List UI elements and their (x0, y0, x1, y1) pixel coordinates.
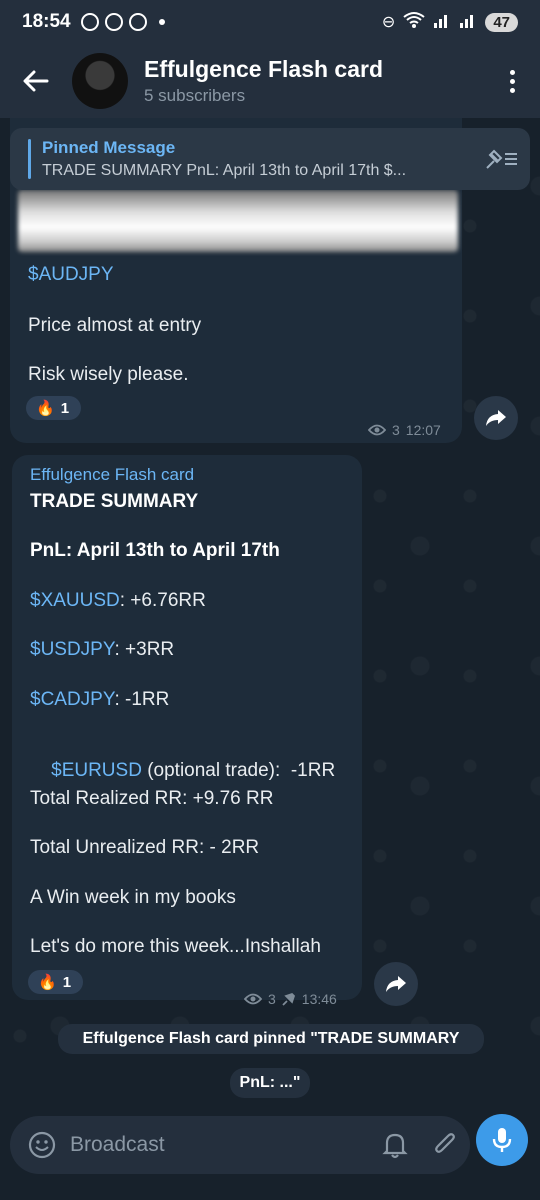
pinned-title: Pinned Message (42, 138, 176, 157)
channel-info[interactable]: Effulgence Flash card 5 subscribers (144, 56, 484, 106)
reaction-count: 1 (60, 399, 70, 417)
eye-icon (244, 993, 262, 1005)
pin-icon (282, 992, 295, 1006)
signal-icon (433, 11, 451, 34)
chat-header: Effulgence Flash card 5 subscribers (0, 44, 540, 118)
view-count: 3 (392, 422, 400, 438)
result-value: (optional trade): -1RR (141, 760, 336, 781)
message-text: Let's do more this week...Inshallah (30, 936, 321, 957)
more-notifications-icon (158, 19, 165, 25)
message-text: Price almost at entry (28, 315, 202, 336)
view-count: 3 (268, 991, 276, 1007)
service-message[interactable]: Effulgence Flash card pinned "TRADE SUMM… (58, 1024, 484, 1054)
fire-icon: 🔥 (38, 974, 57, 991)
battery-indicator: 47 (485, 12, 518, 32)
message-time: 12:07 (405, 422, 441, 438)
ticker-link[interactable]: $USDJPY (30, 639, 114, 660)
voice-record-button[interactable] (476, 1114, 528, 1166)
blurred-image[interactable] (18, 190, 458, 252)
message-meta: 3 12:07 (368, 422, 441, 438)
notification-icons (80, 13, 165, 31)
wifi-icon (403, 11, 425, 34)
forward-icon (386, 976, 406, 992)
message-time: 13:46 (301, 991, 337, 1007)
channel-avatar[interactable] (72, 53, 128, 109)
pinned-preview: TRADE SUMMARY PnL: April 13th to April 1… (42, 162, 407, 179)
whatsapp-icon (80, 13, 99, 31)
reaction-chip[interactable]: 🔥 1 (26, 396, 82, 420)
eye-icon (368, 424, 386, 436)
forward-icon (486, 410, 506, 426)
pinned-message-bar[interactable]: Pinned Message TRADE SUMMARY PnL: April … (10, 128, 530, 190)
result-row: $XAUUSD: +6.76RR (30, 590, 206, 612)
dnd-icon: ⊖ (381, 14, 396, 31)
message-text: Total Unrealized RR: - 2RR (30, 837, 260, 858)
arrow-left-icon (23, 70, 49, 92)
attach-button[interactable] (420, 1131, 470, 1159)
pinned-indicator (28, 139, 31, 179)
message-input[interactable]: Broadcast (70, 1133, 370, 1157)
notification-toggle-button[interactable] (370, 1131, 420, 1159)
back-button[interactable] (0, 44, 72, 118)
ticker-link[interactable]: $CADJPY (30, 689, 114, 710)
result-row: $USDJPY: +3RR (30, 639, 174, 661)
service-message[interactable]: PnL: ..." (230, 1068, 310, 1098)
pin-list-icon (486, 149, 517, 169)
message-input-container[interactable]: Broadcast (10, 1116, 470, 1174)
paperclip-icon (435, 1133, 455, 1153)
fire-icon: 🔥 (36, 400, 55, 417)
signal-icon (459, 11, 477, 34)
result-value: : -1RR (114, 689, 170, 710)
whatsapp-icon (104, 13, 123, 31)
message-text: Risk wisely please. (28, 364, 189, 385)
channel-title: Effulgence Flash card (144, 56, 384, 82)
share-button[interactable] (474, 396, 518, 440)
microphone-icon (492, 1128, 512, 1152)
pinterest-icon (128, 13, 147, 31)
message-bubble[interactable]: Effulgence Flash card TRADE SUMMARY PnL:… (12, 455, 362, 1007)
message-title: TRADE SUMMARY (30, 491, 199, 512)
reaction-chip[interactable]: 🔥 1 (28, 970, 84, 994)
status-time: 18:54 (22, 11, 71, 32)
more-menu-button[interactable] (484, 69, 540, 93)
message-meta: 3 13:46 (244, 991, 337, 1007)
dot-icon (509, 78, 515, 84)
bell-icon (382, 1133, 408, 1159)
dot-icon (509, 87, 515, 93)
subscriber-count: 5 subscribers (144, 86, 246, 105)
message-text: Total Realized RR: +9.76 RR (30, 788, 274, 809)
composer: Broadcast (0, 1110, 540, 1200)
message-subtitle: PnL: April 13th to April 17th (30, 540, 280, 561)
system-icons: ⊖ 47 (382, 11, 518, 34)
system-nav-bar (0, 1190, 540, 1200)
sender-name[interactable]: Effulgence Flash card (30, 465, 194, 485)
result-value: : +6.76RR (119, 590, 206, 611)
pinned-list-button[interactable] (474, 148, 530, 170)
emoji-icon[interactable] (28, 1131, 56, 1159)
ticker-link[interactable]: $XAUUSD (30, 590, 120, 611)
reaction-count: 1 (62, 973, 72, 991)
result-row: $CADJPY: -1RR (30, 689, 169, 711)
result-value: : +3RR (114, 639, 175, 660)
ticker-link[interactable]: $AUDJPY (28, 264, 114, 286)
share-button[interactable] (374, 962, 418, 1006)
message-text: A Win week in my books (30, 887, 236, 908)
status-bar: 18:54 ⊖ 47 (0, 0, 540, 44)
dot-icon (509, 69, 515, 75)
ticker-link[interactable]: $EURUSD (51, 760, 142, 781)
